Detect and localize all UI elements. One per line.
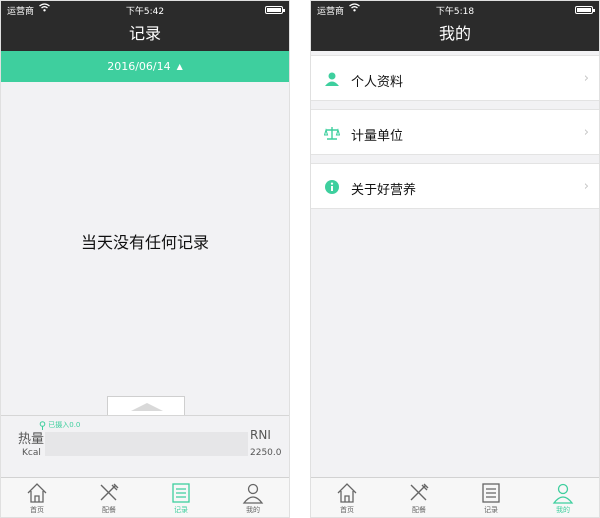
energy-label: 热量 [18, 432, 45, 447]
menu-item-units[interactable]: 计量单位 › [311, 109, 599, 155]
nav-title: 记录 [1, 19, 289, 51]
menu-label: 关于好营养 [351, 183, 417, 198]
tab-meal-plan[interactable]: 配餐 [73, 478, 145, 517]
tab-bar: 首页 配餐 记录 我的 [1, 477, 289, 517]
tab-bar: 首页 配餐 记录 我的 [311, 477, 599, 517]
date-label: 2016/06/14 [107, 60, 171, 73]
chevron-right-icon: › [583, 179, 589, 194]
tab-label: 首页 [340, 506, 354, 514]
home-icon [337, 483, 357, 503]
battery-icon [575, 6, 595, 14]
tab-home[interactable]: 首页 [1, 478, 73, 517]
drawer-handle[interactable] [107, 396, 185, 416]
tab-label: 记录 [174, 506, 188, 514]
tab-label: 记录 [484, 506, 498, 514]
home-icon [27, 483, 47, 503]
tab-label: 配餐 [102, 506, 116, 514]
chevron-right-icon: › [583, 71, 589, 86]
fork-knife-icon [100, 483, 119, 501]
tab-label: 首页 [30, 506, 44, 514]
tab-label: 我的 [246, 506, 260, 514]
info-icon [324, 179, 340, 199]
menu-label: 个人资料 [351, 75, 404, 90]
empty-message: 当天没有任何记录 [80, 233, 209, 252]
scale-icon [323, 125, 341, 145]
tab-profile[interactable]: 我的 [527, 478, 599, 517]
status-bar: 运营商 下午5:42 [1, 1, 289, 19]
notepad-icon [482, 483, 500, 503]
menu-item-profile[interactable]: 个人资料 › [311, 55, 599, 101]
menu-label: 计量单位 [351, 129, 404, 144]
person-icon [552, 483, 574, 504]
energy-unit: Kcal [22, 448, 41, 458]
tab-record[interactable]: 记录 [455, 478, 527, 517]
person-icon [242, 483, 264, 504]
date-picker-bar[interactable]: 2016/06/14 ▲ [1, 51, 289, 82]
tab-profile[interactable]: 我的 [217, 478, 289, 517]
tab-meal-plan[interactable]: 配餐 [383, 478, 455, 517]
status-bar: 运营商 下午5:18 [311, 1, 599, 19]
chevron-right-icon: › [583, 125, 589, 140]
nav-title: 我的 [311, 19, 599, 51]
menu-item-about[interactable]: 关于好营养 › [311, 163, 599, 209]
record-screen: 运营商 下午5:42 记录 2016/06/14 ▲ 当天没有任何记录 热量 K… [0, 0, 290, 518]
tab-home[interactable]: 首页 [311, 478, 383, 517]
energy-summary: 热量 Kcal 已摄入0.0 RNI 2250.0 [1, 415, 289, 479]
status-time: 下午5:42 [125, 7, 165, 17]
energy-progress-bar [45, 432, 248, 456]
fork-knife-icon [410, 483, 429, 501]
profile-screen: 运营商 下午5:18 我的 个人资料 › 计量单位 › 关于好营养 › 首页 配… [310, 0, 600, 518]
drawer-arrow-icon [131, 403, 163, 411]
intake-label: 已摄入0.0 [48, 421, 81, 429]
notepad-icon [172, 483, 190, 503]
tab-record[interactable]: 记录 [145, 478, 217, 517]
tab-label: 我的 [556, 506, 570, 514]
rni-label: RNI [250, 428, 271, 442]
status-time: 下午5:18 [435, 7, 475, 17]
triangle-up-icon: ▲ [176, 62, 183, 71]
intake-marker: 已摄入0.0 [39, 420, 80, 430]
battery-icon [265, 6, 285, 14]
location-pin-icon [39, 420, 46, 430]
tab-label: 配餐 [412, 506, 426, 514]
rni-value: 2250.0 [250, 448, 282, 458]
person-icon [324, 71, 340, 91]
